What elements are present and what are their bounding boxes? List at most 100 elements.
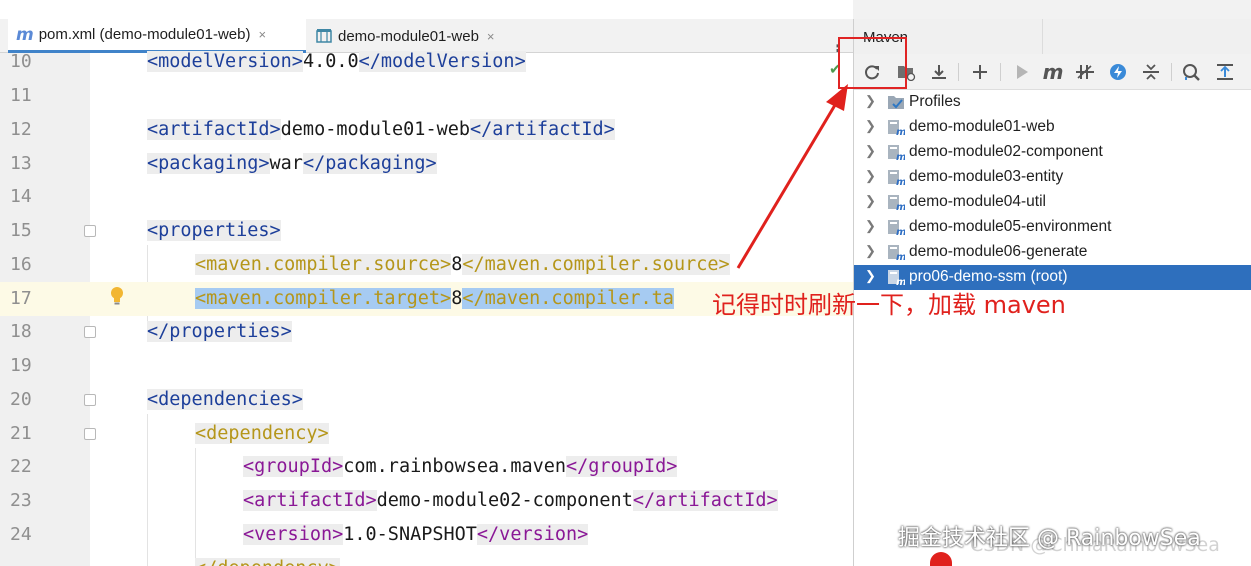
xml-open-tag: <version> <box>243 524 344 545</box>
show-dependencies-icon[interactable] <box>1180 60 1204 84</box>
lightbulb-icon[interactable] <box>110 286 124 306</box>
code-line: 21 <dependency> <box>0 417 853 451</box>
xml-close-tag: </packaging> <box>302 153 437 174</box>
maven-file-icon: m <box>16 24 34 45</box>
tree-item-label: pro06-demo-ssm (root) <box>909 268 1068 285</box>
tree-item-module[interactable]: ❯ m demo-module04-util <box>854 190 1251 215</box>
xml-open-tag: <dependencies> <box>147 389 303 410</box>
xml-close-tag: </maven.compiler.ta <box>462 288 674 309</box>
expand-icon[interactable] <box>1213 60 1237 84</box>
xml-close-tag: </artifactId> <box>632 490 778 511</box>
line-number: 21 <box>10 423 32 444</box>
svg-text:m: m <box>896 202 905 211</box>
toggle-offline-icon[interactable] <box>1073 60 1097 84</box>
svg-text:m: m <box>896 252 905 261</box>
fold-marker-icon[interactable] <box>84 225 96 237</box>
execute-goal-icon[interactable]: m <box>1041 60 1065 84</box>
code-line: 24 <version>1.0-SNAPSHOT</version> <box>0 518 853 552</box>
tree-item-module[interactable]: ❯ m demo-module06-generate <box>854 240 1251 265</box>
line-number: 18 <box>10 321 32 342</box>
tree-item-module[interactable]: ❯ m demo-module03-entity <box>854 165 1251 190</box>
xml-text: demo-module02-component <box>376 490 633 511</box>
close-icon[interactable]: × <box>258 27 266 42</box>
xml-open-tag: <maven.compiler.source> <box>195 254 452 275</box>
skip-tests-icon[interactable] <box>1106 60 1130 84</box>
chevron-right-icon[interactable]: ❯ <box>865 218 879 236</box>
svg-text:m: m <box>896 227 905 236</box>
code-line: 10 <modelVersion>4.0.0</modelVersion> <box>0 45 853 79</box>
svg-text:m: m <box>896 152 905 161</box>
chevron-right-icon[interactable]: ❯ <box>865 118 879 136</box>
maven-module-icon: m <box>887 119 906 138</box>
collapse-icon[interactable] <box>1139 60 1163 84</box>
xml-open-tag: <properties> <box>147 220 281 241</box>
tree-item-label: demo-module05-environment <box>909 218 1112 235</box>
xml-text: 1.0-SNAPSHOT <box>343 524 477 545</box>
maven-header: Maven <box>854 19 1251 54</box>
tree-item-module[interactable]: ❯ m demo-module02-component <box>854 140 1251 165</box>
maven-toolbar: m <box>854 54 1251 90</box>
code-line: 11 <box>0 79 853 113</box>
run-icon[interactable] <box>1010 60 1034 84</box>
svg-text:m: m <box>896 177 905 186</box>
line-number: 10 <box>10 51 32 72</box>
tree-item-module[interactable]: ❯ m demo-module01-web <box>854 115 1251 140</box>
close-icon[interactable]: × <box>487 29 495 44</box>
tab-label: pom.xml (demo-module01-web) <box>38 26 251 43</box>
fold-marker-icon[interactable] <box>84 326 96 338</box>
chevron-right-icon[interactable]: ❯ <box>865 143 879 161</box>
tree-item-label: demo-module02-component <box>909 143 1103 160</box>
xml-close-tag: </artifactId> <box>470 119 615 140</box>
fold-marker-icon[interactable] <box>84 394 96 406</box>
xml-text: 8 <box>451 254 463 275</box>
watermark-primary: 掘金技术社区 @ RainbowSea <box>898 526 1201 551</box>
xml-close-tag: </groupId> <box>566 456 678 477</box>
tree-item-label: demo-module03-entity <box>909 168 1064 185</box>
code-line: 22 <groupId>com.rainbowsea.maven</groupI… <box>0 450 853 484</box>
module-icon <box>316 29 332 43</box>
code-line: 13 <packaging>war</packaging> <box>0 147 853 181</box>
line-number: 15 <box>10 220 32 241</box>
chevron-right-icon[interactable]: ❯ <box>865 93 879 111</box>
maven-module-icon: m <box>887 144 906 163</box>
line-number: 14 <box>10 186 32 207</box>
code-editor[interactable]: m pom.xml (demo-module01-web) × demo-mod… <box>0 0 853 566</box>
add-icon[interactable] <box>968 60 992 84</box>
annotation-text: 记得时时刷新一下，加载 maven <box>712 291 1066 319</box>
code-line: 20 <dependencies> <box>0 383 853 417</box>
code-line: 16 <maven.compiler.source>8</maven.compi… <box>0 248 853 282</box>
download-icon[interactable] <box>927 60 951 84</box>
code-line: 14 <box>0 180 853 214</box>
code-line: </dependency> <box>0 552 853 566</box>
tree-item-module[interactable]: ❯ m demo-module05-environment <box>854 215 1251 240</box>
chevron-right-icon[interactable]: ❯ <box>865 193 879 211</box>
xml-open-tag: <artifactId> <box>147 119 281 140</box>
maven-module-icon: m <box>887 269 906 288</box>
line-number: 12 <box>10 119 32 140</box>
fold-marker-icon[interactable] <box>84 428 96 440</box>
maven-module-icon: m <box>887 169 906 188</box>
line-number: 16 <box>10 254 32 275</box>
annotation-highlight-box <box>838 37 907 89</box>
toolbar-separator <box>1000 63 1001 81</box>
tree-item-label: Profiles <box>909 93 961 110</box>
maven-module-icon: m <box>887 244 906 263</box>
tree-item-profiles[interactable]: ❯ Profiles <box>854 90 1251 115</box>
chevron-right-icon[interactable]: ❯ <box>865 168 879 186</box>
xml-open-tag: <groupId> <box>243 456 344 477</box>
code-line: 19 <box>0 349 853 383</box>
toolbar-separator <box>958 63 959 81</box>
profiles-icon <box>887 94 905 111</box>
chevron-right-icon[interactable]: ❯ <box>865 268 879 286</box>
xml-close-tag: </properties> <box>147 321 292 342</box>
xml-open-tag: <packaging> <box>147 153 270 174</box>
tab-label: demo-module01-web <box>338 27 479 45</box>
chevron-right-icon[interactable]: ❯ <box>865 243 879 261</box>
xml-text: demo-module01-web <box>280 119 471 140</box>
code-line: 12 <artifactId>demo-module01-web</artifa… <box>0 113 853 147</box>
line-number: 23 <box>10 490 32 511</box>
line-number: 19 <box>10 355 32 376</box>
line-number: 11 <box>10 85 32 106</box>
xml-close-tag: </maven.compiler.source> <box>462 254 730 275</box>
xml-open-tag: <modelVersion> <box>147 51 303 72</box>
